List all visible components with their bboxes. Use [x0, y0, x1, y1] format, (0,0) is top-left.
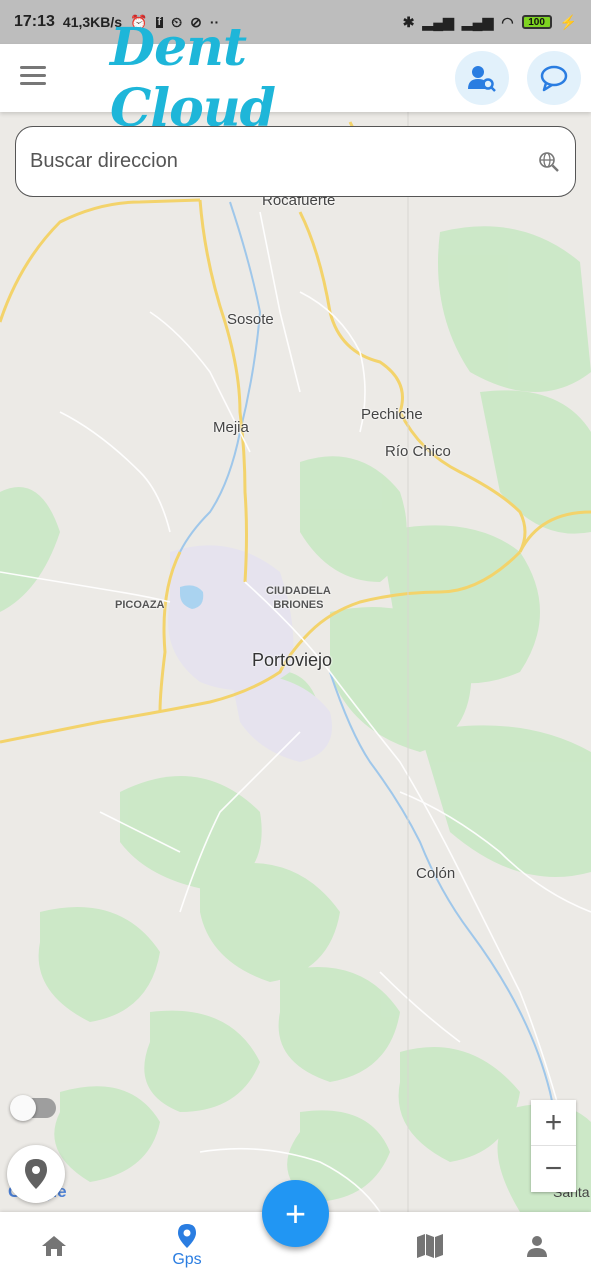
place-rio-chico: Río Chico — [385, 443, 451, 460]
place-ciudadela: CIUDADELA BRIONES — [266, 584, 331, 612]
nav-profile[interactable] — [507, 1212, 567, 1280]
place-ciudadela-line2: BRIONES — [273, 599, 324, 611]
nav-gps[interactable]: Gps — [155, 1212, 219, 1280]
zoom-out-button[interactable]: − — [531, 1146, 576, 1192]
map-book-icon — [417, 1234, 443, 1258]
add-fab-button[interactable]: + — [262, 1180, 329, 1247]
address-search-bar — [15, 126, 576, 197]
status-time: 17:13 — [14, 13, 55, 30]
place-portoviejo: Portoviejo — [252, 650, 333, 670]
map-view[interactable]: Rocafuerte Sosote Pechiche Mejia Río Chi… — [0, 112, 591, 1212]
signal-icon: ▂▄▆ — [422, 14, 454, 30]
place-colon: Colón — [416, 865, 456, 882]
nav-map[interactable] — [400, 1212, 460, 1280]
globe-search-icon[interactable] — [537, 150, 561, 174]
place-sosote: Sosote — [227, 311, 274, 328]
app-logo: Dent Cloud — [110, 17, 276, 139]
address-search-input[interactable] — [30, 150, 537, 173]
signal-icon-2: ▂▄▆ — [461, 14, 494, 30]
search-user-button[interactable] — [455, 51, 509, 105]
nav-gps-label: Gps — [172, 1251, 202, 1268]
wifi-icon: ◠ — [501, 14, 514, 30]
zoom-controls: + − — [531, 1100, 576, 1192]
place-pechiche: Pechiche — [361, 406, 423, 423]
location-pin-icon — [25, 1159, 47, 1189]
map-toggle-switch[interactable] — [10, 1095, 56, 1121]
home-icon — [42, 1236, 66, 1256]
my-location-button[interactable] — [7, 1145, 65, 1203]
app-header: Dent Cloud — [0, 17, 591, 139]
person-icon — [527, 1236, 547, 1257]
zoom-in-button[interactable]: + — [531, 1100, 576, 1146]
chat-bubble-icon — [540, 65, 568, 92]
charging-icon: ⚡ — [559, 14, 577, 30]
place-mejia: Mejia — [213, 419, 249, 436]
nav-home[interactable] — [24, 1212, 84, 1280]
hamburger-icon[interactable] — [20, 66, 46, 88]
app-screen: 17:13 41,3KB/s ⏰ f ⏲ ⊘ ·· ✱ ▂▄▆ ▂▄▆ ◠ 10… — [0, 0, 591, 1280]
gps-pin-icon — [178, 1224, 196, 1248]
battery-icon: 100 — [521, 15, 552, 29]
chat-button[interactable] — [527, 51, 581, 105]
place-ciudadela-line1: CIUDADELA — [266, 585, 331, 597]
place-picoaza: PICOAZA — [115, 599, 165, 611]
bluetooth-icon: ✱ — [402, 14, 415, 30]
user-search-icon — [468, 66, 496, 92]
